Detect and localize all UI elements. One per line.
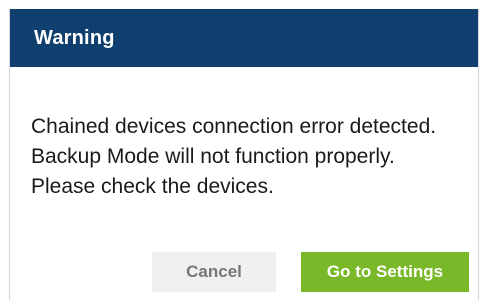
dialog-message: Chained devices connection error detecte… <box>31 115 437 198</box>
dialog-footer: Cancel Go to Settings <box>152 252 469 292</box>
dialog-header: Warning <box>10 9 478 67</box>
dialog-title: Warning <box>34 26 115 49</box>
go-to-settings-button[interactable]: Go to Settings <box>301 252 469 292</box>
cancel-button[interactable]: Cancel <box>152 252 276 292</box>
warning-dialog: Warning Chained devices connection error… <box>9 9 479 300</box>
